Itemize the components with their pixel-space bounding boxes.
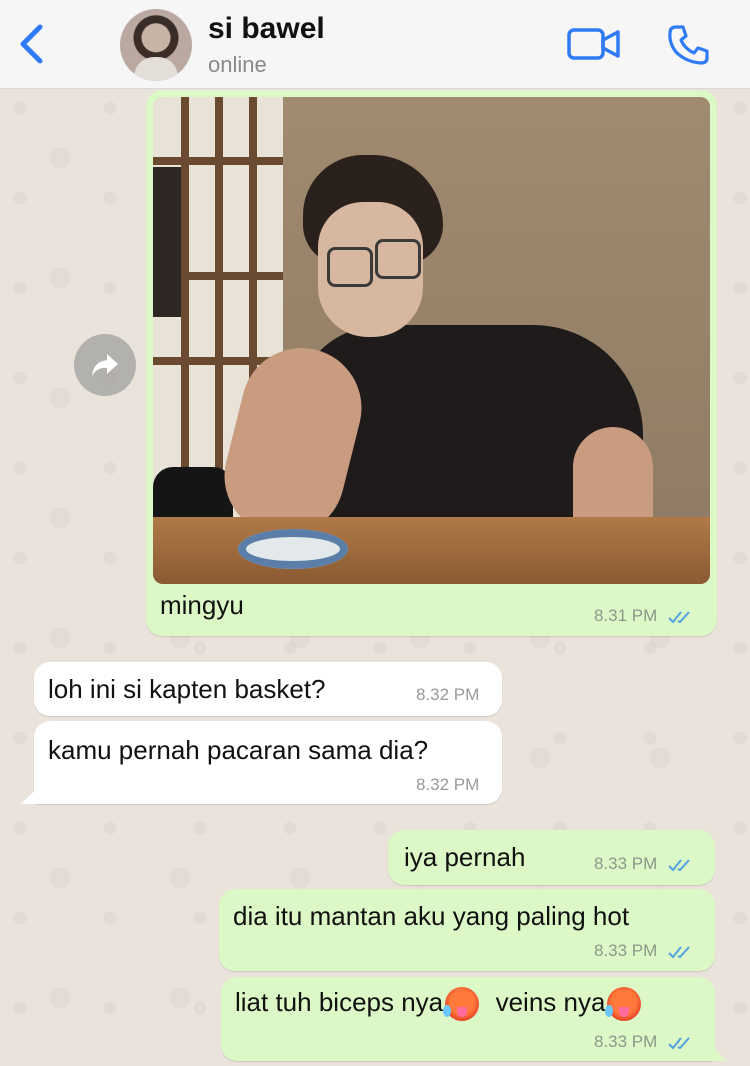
message-bubble[interactable]: kamu pernah pacaran sama dia? 8.32 PM	[20, 721, 502, 804]
message-time: 8.31 PM	[594, 606, 694, 626]
message-text: iya pernah	[404, 842, 526, 872]
message-bubble[interactable]: iya pernah 8.33 PM	[388, 830, 715, 885]
double-check-icon	[668, 858, 690, 872]
timestamp: 8.33 PM	[594, 941, 658, 960]
message-bubble[interactable]: dia itu mantan aku yang paling hot 8.33 …	[219, 889, 715, 971]
image-caption: mingyu	[160, 590, 244, 620]
timestamp: 8.33 PM	[594, 1032, 658, 1051]
message-text-part: veins nya	[495, 987, 606, 1017]
phone-icon	[668, 25, 709, 65]
forward-arrow-icon	[92, 354, 118, 376]
chat-header: si bawel online	[0, 0, 750, 89]
message-time: 8.33 PM	[594, 941, 694, 961]
video-camera-icon	[567, 28, 620, 60]
message-bubble[interactable]: liat tuh biceps nya veins nya 8.33 PM	[221, 977, 727, 1061]
message-text: loh ini si kapten basket?	[48, 674, 326, 704]
message-text: dia itu mantan aku yang paling hot	[233, 901, 630, 931]
avatar[interactable]	[120, 9, 192, 81]
message-text: liat tuh biceps nya veins nya	[235, 987, 643, 1022]
timestamp: 8.31 PM	[594, 606, 658, 625]
back-button[interactable]	[14, 22, 48, 66]
timestamp: 8.33 PM	[594, 854, 658, 873]
double-check-icon	[668, 610, 690, 624]
double-check-icon	[668, 945, 690, 959]
timestamp: 8.32 PM	[416, 685, 480, 704]
message-image-bubble[interactable]: mingyu 8.31 PM	[146, 90, 717, 636]
chevron-left-icon	[20, 24, 43, 64]
timestamp: 8.32 PM	[416, 775, 480, 794]
message-time: 8.33 PM	[594, 1032, 694, 1052]
hot-face-emoji	[605, 987, 642, 1022]
video-call-button[interactable]	[566, 24, 622, 64]
contact-name[interactable]: si bawel	[208, 12, 325, 46]
hot-face-emoji	[443, 987, 480, 1022]
forward-button[interactable]	[74, 334, 136, 396]
message-time: 8.33 PM	[594, 854, 694, 874]
voice-call-button[interactable]	[666, 22, 712, 68]
double-check-icon	[668, 1036, 690, 1050]
message-text-part: liat tuh biceps nya	[235, 987, 444, 1017]
message-text: kamu pernah pacaran sama dia?	[48, 735, 429, 765]
contact-status: online	[208, 52, 267, 77]
shared-photo[interactable]	[153, 97, 710, 584]
message-bubble[interactable]: loh ini si kapten basket? 8.32 PM	[34, 662, 502, 716]
